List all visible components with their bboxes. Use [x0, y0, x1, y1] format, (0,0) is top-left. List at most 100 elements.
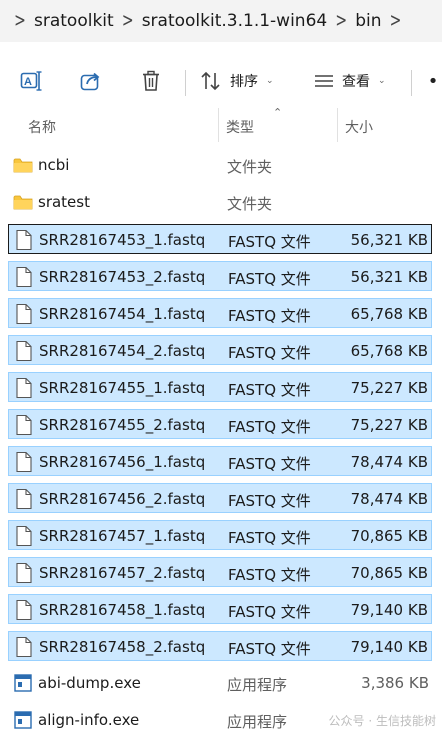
more-icon: • — [427, 70, 439, 92]
file-row[interactable]: sratest 文件夹 — [8, 187, 432, 217]
chevron-right-icon: > — [14, 9, 26, 33]
file-icon — [14, 525, 34, 547]
file-type: 应用程序 — [227, 676, 288, 694]
file-row[interactable]: SRR28167455_2.fastq FASTQ 文件 75,227 KB — [8, 409, 432, 439]
file-size: 79,140 KB — [350, 638, 428, 656]
file-row[interactable]: SRR28167453_1.fastq FASTQ 文件 56,321 KB — [8, 224, 432, 254]
file-name: align-info.exe — [38, 711, 140, 729]
delete-button[interactable] — [136, 64, 166, 98]
file-type: FASTQ 文件 — [228, 418, 311, 436]
share-button[interactable] — [76, 64, 106, 98]
file-row[interactable]: SRR28167454_2.fastq FASTQ 文件 65,768 KB — [8, 335, 432, 365]
trash-icon — [143, 70, 159, 91]
file-size: 75,227 KB — [350, 416, 428, 434]
column-divider[interactable] — [218, 108, 219, 142]
column-divider[interactable] — [337, 108, 338, 142]
file-type: FASTQ 文件 — [228, 492, 311, 510]
file-row[interactable]: SRR28167457_2.fastq FASTQ 文件 70,865 KB — [8, 557, 432, 587]
exe-icon — [13, 709, 33, 731]
folder-icon — [13, 191, 33, 213]
chevron-right-icon[interactable]: > — [382, 10, 410, 32]
file-type: FASTQ 文件 — [228, 640, 311, 658]
file-type: 应用程序 — [227, 713, 288, 731]
file-type: FASTQ 文件 — [228, 566, 311, 584]
file-name: SRR28167458_2.fastq — [39, 638, 206, 656]
file-name: ncbi — [38, 156, 70, 174]
file-icon — [14, 599, 34, 621]
view-label: 查看 — [342, 74, 370, 90]
file-row[interactable]: SRR28167457_1.fastq FASTQ 文件 70,865 KB — [8, 520, 432, 550]
file-size: 78,474 KB — [350, 453, 428, 471]
file-type: FASTQ 文件 — [228, 529, 311, 547]
chevron-down-icon: ⌄ — [378, 76, 386, 86]
file-name: sratest — [38, 193, 90, 211]
column-header-size[interactable]: 大小 — [345, 117, 373, 137]
file-type: FASTQ 文件 — [228, 307, 311, 325]
file-icon — [14, 451, 34, 473]
file-name: SRR28167456_2.fastq — [39, 490, 206, 508]
file-row[interactable]: SRR28167453_2.fastq FASTQ 文件 56,321 KB — [8, 261, 432, 291]
file-icon — [14, 636, 34, 658]
file-size: 70,865 KB — [350, 527, 428, 545]
file-name: SRR28167453_1.fastq — [39, 231, 206, 249]
file-size: 56,321 KB — [350, 268, 428, 286]
rename-button[interactable]: A — [16, 64, 46, 98]
file-row[interactable]: SRR28167454_1.fastq FASTQ 文件 65,768 KB — [8, 298, 432, 328]
file-row[interactable]: SRR28167456_2.fastq FASTQ 文件 78,474 KB — [8, 483, 432, 513]
file-size: 78,474 KB — [350, 490, 428, 508]
file-size: 79,140 KB — [350, 601, 428, 619]
view-button[interactable]: 查看 ⌄ — [314, 64, 404, 98]
file-type: 文件夹 — [227, 195, 273, 213]
file-row[interactable]: SRR28167456_1.fastq FASTQ 文件 78,474 KB — [8, 446, 432, 476]
file-row[interactable]: ncbi 文件夹 — [8, 150, 432, 180]
file-name: SRR28167455_2.fastq — [39, 416, 206, 434]
file-type: FASTQ 文件 — [228, 233, 311, 251]
column-header-type[interactable]: 类型 — [226, 117, 254, 137]
file-type: 文件夹 — [227, 158, 273, 176]
file-icon — [14, 562, 34, 584]
sort-button[interactable]: 排序 ⌄ — [200, 64, 290, 98]
svg-text:A: A — [24, 76, 32, 88]
list-view-icon — [315, 75, 333, 87]
rename-icon: A — [20, 71, 42, 91]
file-icon — [14, 266, 34, 288]
toolbar-divider — [411, 70, 412, 96]
chevron-down-icon: ⌄ — [266, 76, 274, 86]
file-size: 70,865 KB — [350, 564, 428, 582]
column-header-name[interactable]: 名称 — [28, 117, 56, 137]
share-icon — [80, 72, 100, 91]
file-name: abi-dump.exe — [38, 674, 141, 692]
file-size: 3,386 KB — [361, 674, 429, 692]
chevron-right-icon[interactable]: > — [114, 10, 142, 32]
folder-icon — [13, 154, 33, 176]
file-type: FASTQ 文件 — [228, 455, 311, 473]
file-name: SRR28167454_2.fastq — [39, 342, 206, 360]
file-size: 75,227 KB — [350, 379, 428, 397]
breadcrumb-item-bin[interactable]: bin — [355, 11, 381, 31]
file-row[interactable]: abi-dump.exe 应用程序 3,386 KB — [8, 668, 432, 698]
more-options-button[interactable]: • — [424, 64, 442, 98]
file-row[interactable]: SRR28167458_1.fastq FASTQ 文件 79,140 KB — [8, 594, 432, 624]
breadcrumb-item-sratoolkit[interactable]: sratoolkit — [34, 11, 114, 31]
file-size: 56,321 KB — [350, 231, 428, 249]
column-header-row: 名称 ⌃ 类型 大小 — [0, 106, 442, 142]
breadcrumb-item-version[interactable]: sratoolkit.3.1.1-win64 — [142, 11, 328, 31]
exe-icon — [13, 672, 33, 694]
chevron-right-icon[interactable]: > — [327, 10, 355, 32]
file-name: SRR28167458_1.fastq — [39, 601, 206, 619]
breadcrumb: > sratoolkit > sratoolkit.3.1.1-win64 > … — [0, 0, 442, 42]
file-size: 65,768 KB — [350, 342, 428, 360]
file-row[interactable]: SRR28167455_1.fastq FASTQ 文件 75,227 KB — [8, 372, 432, 402]
file-name: SRR28167453_2.fastq — [39, 268, 206, 286]
file-name: SRR28167456_1.fastq — [39, 453, 206, 471]
file-row[interactable]: SRR28167458_2.fastq FASTQ 文件 79,140 KB — [8, 631, 432, 661]
file-icon — [14, 377, 34, 399]
file-name: SRR28167455_1.fastq — [39, 379, 206, 397]
command-bar: A 排序 ⌄ 查看 ⌄ • — [0, 56, 442, 106]
file-type: FASTQ 文件 — [228, 381, 311, 399]
file-name: SRR28167457_1.fastq — [39, 527, 206, 545]
file-type: FASTQ 文件 — [228, 603, 311, 621]
toolbar-divider — [185, 70, 186, 96]
file-type: FASTQ 文件 — [228, 270, 311, 288]
file-size: 65,768 KB — [350, 305, 428, 323]
